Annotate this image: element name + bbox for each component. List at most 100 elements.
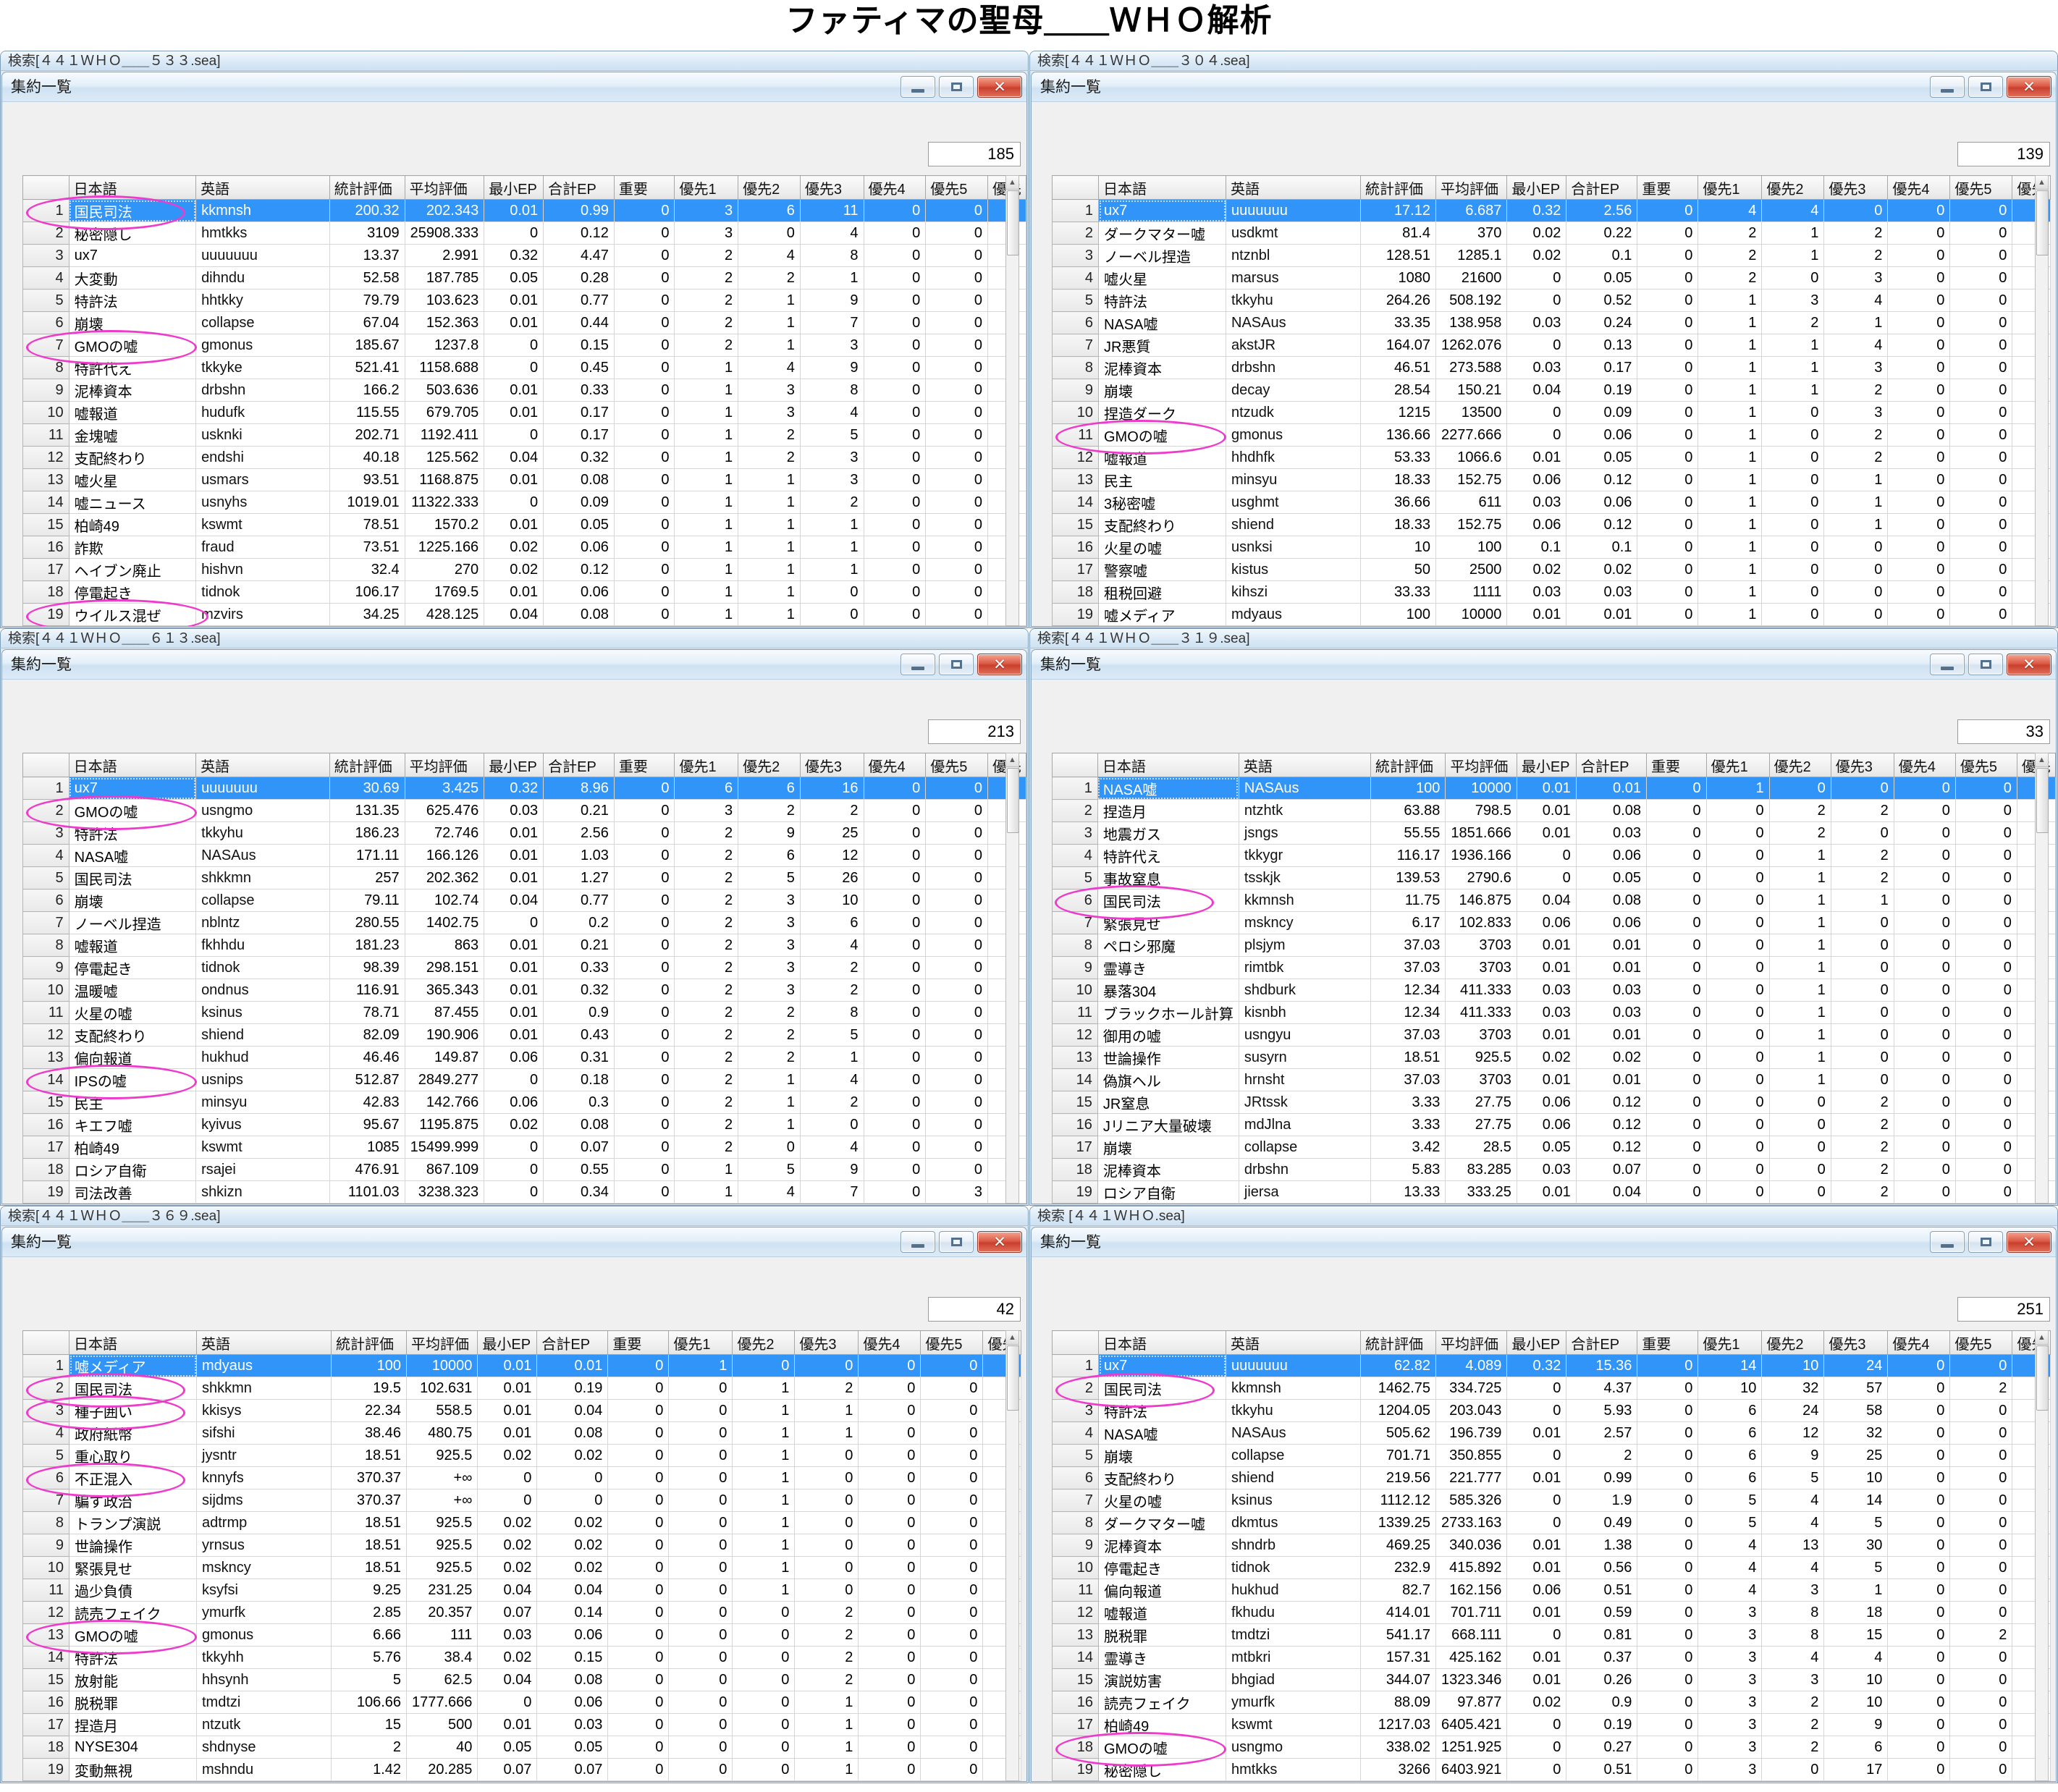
table-row[interactable]: 11金塊嘘usknki202.711192.41100.17012500 [23, 424, 1026, 447]
column-header[interactable]: 英語 [1226, 1331, 1361, 1355]
table-row[interactable]: 18NYSE304shdnyse2400.050.05000100 [23, 1736, 1021, 1759]
table-row[interactable]: 15放射能hhsynh562.50.040.08000200 [23, 1669, 1021, 1691]
column-header[interactable]: 優先5 [1950, 1331, 2012, 1355]
column-header[interactable]: 優先3 [1824, 1331, 1888, 1355]
column-header[interactable]: 優先2 [1762, 176, 1824, 200]
column-header[interactable]: 重要 [614, 753, 675, 777]
table-row[interactable]: 11偏向報道hukhud82.7162.1560.060.51043100 [1053, 1579, 2051, 1602]
table-row[interactable]: 15民主minsyu42.83142.7660.060.3021200 [23, 1091, 1026, 1114]
column-header[interactable]: 優先2 [1769, 753, 1831, 777]
table-row[interactable]: 13世論操作susyrn18.51925.50.020.02001000 [1053, 1047, 2056, 1069]
table-row[interactable]: 9泥棒資本shndrb469.25340.0360.011.3804133000 [1053, 1534, 2051, 1557]
table-row[interactable]: 15柏崎49kswmt78.511570.20.010.05011100 [23, 514, 1026, 536]
table-row[interactable]: 2GMOの嘘usngmo131.35625.4760.030.21032200 [23, 800, 1026, 822]
restore-button[interactable] [1968, 76, 2003, 98]
table-row[interactable]: 8嘘報道fkhhdu181.238630.010.21023400 [23, 934, 1026, 957]
table-row[interactable]: 13嘘火星usmars93.511168.8750.010.08011300 [23, 469, 1026, 491]
table-row[interactable]: 143秘密嘘usghmt36.666110.030.06010100 [1053, 491, 2051, 514]
table-row[interactable]: 15支配終わりshiend18.33152.750.060.12010100 [1053, 514, 2051, 536]
scroll-down-arrow-icon[interactable]: ▼ [2036, 1780, 2048, 1782]
table-row[interactable]: 7ノーベル捏造nblntz280.551402.7500.2023600 [23, 912, 1026, 934]
table-row[interactable]: 14特許法tkkyhh5.7638.40.020.15000200 [23, 1647, 1021, 1669]
column-header[interactable]: 日本語 [1097, 753, 1239, 777]
column-header[interactable]: 統計評価 [332, 1331, 407, 1355]
table-row[interactable]: 9泥棒資本drbshn166.2503.6360.010.33013800 [23, 379, 1026, 402]
column-header[interactable]: 合計EP [544, 753, 615, 777]
table-row[interactable]: 16詐欺fraud73.511225.1660.020.06011100 [23, 536, 1026, 559]
table-row[interactable]: 11ブラックホール計算kisnbh12.34411.3330.030.03001… [1053, 1002, 2056, 1024]
column-header[interactable]: 日本語 [69, 176, 195, 200]
column-header[interactable]: 優先5 [1950, 176, 2012, 200]
search-window-titlebar[interactable]: 検索[４４１ＷＨＯ＿＿３６９.sea] [0, 1206, 1029, 1226]
search-window-titlebar[interactable]: 検索[４４１ＷＨＯ＿＿６１３.sea] [0, 628, 1029, 648]
table-row[interactable]: 4政府紙幣sifshi38.46480.750.010.08001100 [23, 1422, 1021, 1445]
column-header[interactable]: 優先2 [738, 753, 801, 777]
column-header[interactable]: 平均評価 [405, 753, 484, 777]
table-row[interactable]: 13脱税罪tmdtzi541.17668.11100.810381502 [1053, 1624, 2051, 1647]
table-row[interactable]: 1国民司法kkmnsh200.32202.3430.010.990361100 [23, 200, 1026, 222]
column-header[interactable]: 統計評価 [1361, 176, 1436, 200]
column-header[interactable]: 優先1 [669, 1331, 733, 1355]
minimize-button[interactable] [1930, 654, 1965, 675]
column-header[interactable]: 統計評価 [329, 753, 405, 777]
scroll-up-arrow-icon[interactable]: ▲ [2036, 1331, 2048, 1345]
table-row[interactable]: 5事故窒息tsskjk139.532790.600.05001200 [1053, 867, 2056, 889]
column-header[interactable]: 平均評価 [407, 1331, 478, 1355]
table-row[interactable]: 15演説妨害bhgiad344.071323.3460.010.26033100… [1053, 1669, 2051, 1691]
column-header[interactable]: 合計EP [1576, 753, 1646, 777]
table-row[interactable]: 17捏造月ntzutk155000.010.03000100 [23, 1714, 1021, 1736]
table-row[interactable]: 19嘘メディアmdyaus100100000.010.01010000 [1053, 604, 2051, 626]
column-header[interactable]: 統計評価 [329, 176, 405, 200]
table-row[interactable]: 16火星の嘘usnksi101000.10.1010000 [1053, 536, 2051, 559]
table-row[interactable]: 8トランプ演説adtrmp18.51925.50.020.02001000 [23, 1512, 1021, 1534]
column-header[interactable]: 優先1 [1698, 176, 1762, 200]
table-row[interactable]: 5特許法tkkyhu264.26508.19200.52013400 [1053, 289, 2051, 312]
table-row[interactable]: 1嘘メディアmdyaus100100000.010.01010000 [23, 1355, 1021, 1377]
column-header[interactable]: 合計EP [537, 1331, 608, 1355]
table-row[interactable]: 6NASA嘘NASAus33.35138.9580.030.24012100 [1053, 312, 2051, 334]
column-header[interactable]: 合計EP [544, 176, 615, 200]
scroll-up-arrow-icon[interactable]: ▲ [1006, 176, 1019, 190]
vertical-scrollbar[interactable]: ▲ ▼ [1005, 753, 1019, 1204]
vertical-scroll-thumb[interactable] [2036, 1345, 2049, 1411]
close-button[interactable]: ✕ [977, 654, 1022, 675]
table-row[interactable]: 7JR悪質akstJR164.071262.07600.13011400 [1053, 334, 2051, 357]
vertical-scrollbar[interactable]: ▲ ▼ [2035, 1330, 2049, 1782]
table-row[interactable]: 9停電起きtidnok98.39298.1510.010.33023200 [23, 957, 1026, 979]
minimize-button[interactable] [1930, 76, 1965, 98]
table-row[interactable]: 3種子囲いkkisys22.34558.50.010.04001100 [23, 1400, 1021, 1422]
table-row[interactable]: 2秘密隠しhmtkks310925908.33300.12030400 [23, 222, 1026, 245]
column-header[interactable]: 平均評価 [405, 176, 484, 200]
column-header[interactable]: 優先5 [921, 1331, 983, 1355]
table-row[interactable]: 2国民司法shkkmn19.5102.6310.010.19001200 [23, 1377, 1021, 1400]
table-row[interactable]: 8ペロシ邪魔plsjym37.0337030.010.01001000 [1053, 934, 2056, 957]
column-header[interactable]: 平均評価 [1436, 176, 1507, 200]
table-row[interactable]: 2国民司法kkmnsh1462.75334.72504.37010325702 [1053, 1377, 2051, 1400]
table-row[interactable]: 3ux7uuuuuuu13.372.9910.324.47024800 [23, 245, 1026, 267]
table-row[interactable]: 10温暖嘘ondnus116.91365.3430.010.32023200 [23, 979, 1026, 1002]
column-header[interactable]: 最小EP [484, 753, 544, 777]
column-header[interactable]: 優先5 [1955, 753, 2017, 777]
table-row[interactable]: 6崩壊collapse79.11102.740.040.770231000 [23, 889, 1026, 912]
column-header[interactable]: 優先3 [800, 176, 864, 200]
vertical-scrollbar[interactable]: ▲ ▼ [1005, 1330, 1019, 1782]
table-row[interactable]: 9霊導きrimtbk37.0337030.010.01001000 [1053, 957, 2056, 979]
column-header[interactable]: 平均評価 [1436, 1331, 1507, 1355]
restore-button[interactable] [939, 76, 974, 98]
table-row[interactable]: 17柏崎49kswmt1217.036405.42100.19032900 [1053, 1714, 2051, 1736]
table-row[interactable]: 5特許法hhtkky79.79103.6230.010.77021900 [23, 289, 1026, 312]
column-header[interactable]: 優先5 [926, 176, 988, 200]
table-row[interactable]: 12嘘報道hhdhfk53.331066.60.010.05010200 [1053, 447, 2051, 469]
table-row[interactable]: 10緊張見せmskncy18.51925.50.020.02001000 [23, 1557, 1021, 1579]
aggregation-window-titlebar[interactable]: 集約一覧 ✕ [1032, 1227, 2056, 1257]
close-button[interactable]: ✕ [977, 76, 1022, 98]
table-row[interactable]: 16脱税罪tmdtzi106.661777.66600.06000100 [23, 1691, 1021, 1714]
table-row[interactable]: 19秘密隠しhmtkks32666403.92100.510301700 [1053, 1759, 2051, 1781]
table-row[interactable]: 18ロシア自衛rsajei476.91867.10900.55015900 [23, 1159, 1026, 1181]
restore-button[interactable] [1968, 1231, 2003, 1253]
scroll-up-arrow-icon[interactable]: ▲ [2036, 176, 2048, 190]
table-row[interactable]: 1ux7uuuuuuu62.824.0890.3215.36014102400 [1053, 1355, 2051, 1377]
scroll-down-arrow-icon[interactable]: ▼ [2036, 625, 2048, 627]
column-header[interactable]: 優先4 [864, 176, 926, 200]
table-row[interactable]: 4嘘火星marsus10802160000.05020300 [1053, 267, 2051, 289]
